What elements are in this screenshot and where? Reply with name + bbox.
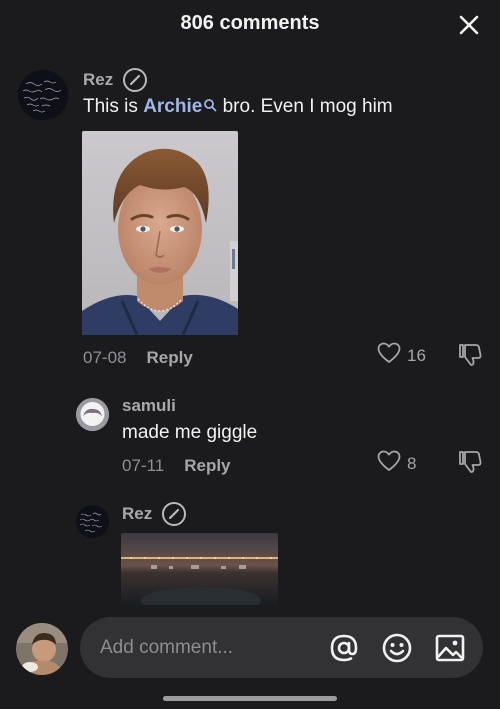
comment-username[interactable]: Rez <box>83 70 113 90</box>
comment-date: 07-08 <box>83 348 127 367</box>
comment-text-after: bro. Even I mog him <box>217 96 393 117</box>
comment-date: 07-11 <box>122 456 165 475</box>
avatar[interactable] <box>18 70 68 120</box>
comment-text: made me giggle <box>122 422 258 443</box>
comment-photo[interactable] <box>121 533 278 605</box>
comments-sheet: 806 comments Rez This is Archie bro. Eve… <box>0 0 500 709</box>
reply-button[interactable]: Reply <box>184 456 230 475</box>
comments-count-title: 806 comments <box>180 12 320 34</box>
like-button[interactable]: 16 <box>377 342 426 369</box>
heart-icon[interactable] <box>377 450 401 477</box>
like-count: 16 <box>407 345 426 365</box>
close-icon[interactable] <box>458 14 480 36</box>
comment-text-before: This is <box>83 96 144 117</box>
current-user-avatar[interactable] <box>16 623 68 675</box>
avatar[interactable] <box>76 505 109 538</box>
comment-meta: 07-11 Reply <box>122 456 231 476</box>
comment-username[interactable]: Rez <box>122 504 152 524</box>
comment-text: This is Archie bro. Even I mog him <box>83 96 393 118</box>
comment-meta: 07-08 Reply <box>83 348 193 368</box>
at-icon[interactable] <box>328 632 360 664</box>
reply-button[interactable]: Reply <box>146 348 192 367</box>
heart-icon[interactable] <box>377 342 401 369</box>
verified-icon <box>161 501 187 532</box>
like-count: 8 <box>407 453 417 473</box>
avatar[interactable] <box>76 398 109 431</box>
dislike-icon[interactable] <box>457 343 483 372</box>
comment-input[interactable]: Add comment... <box>80 617 483 678</box>
comment-username[interactable]: samuli <box>122 396 176 416</box>
composer-bar: Add comment... <box>0 612 500 709</box>
verified-icon <box>122 67 148 98</box>
dislike-icon[interactable] <box>457 450 483 479</box>
search-icon[interactable] <box>203 96 217 118</box>
image-icon[interactable] <box>434 632 466 664</box>
mention-link[interactable]: Archie <box>143 96 202 117</box>
comment-input-placeholder: Add comment... <box>100 637 234 658</box>
like-button[interactable]: 8 <box>377 450 416 477</box>
comment-photo[interactable] <box>82 131 238 335</box>
comments-header: 806 comments <box>0 0 500 48</box>
emoji-icon[interactable] <box>381 632 413 664</box>
home-indicator <box>163 696 337 701</box>
